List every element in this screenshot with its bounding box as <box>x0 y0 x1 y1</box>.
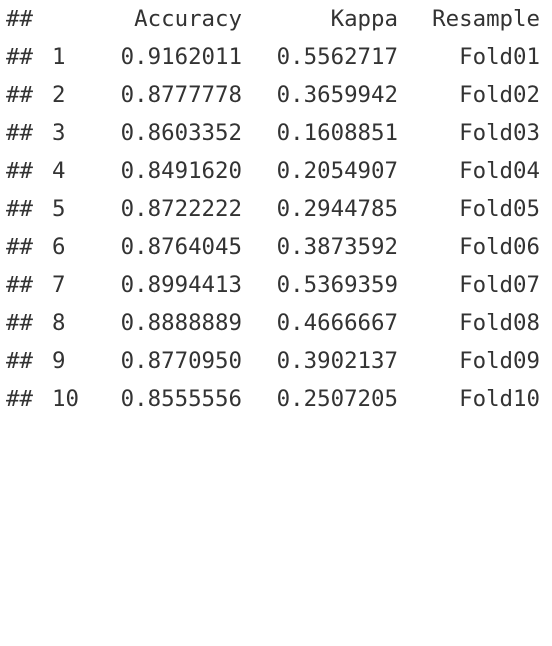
kappa-value: 0.4666667 <box>276 310 398 336</box>
accuracy-value: 0.8491620 <box>120 158 242 184</box>
output-prefix: ## <box>6 272 33 298</box>
row-index: 3 <box>52 120 66 146</box>
accuracy-value: 0.8888889 <box>120 310 242 336</box>
kappa-value: 0.5562717 <box>276 44 398 70</box>
header-accuracy: Accuracy <box>134 6 242 32</box>
resample-value: Fold05 <box>459 196 540 222</box>
header-kappa: Kappa <box>330 6 398 32</box>
output-prefix: ## <box>6 120 33 146</box>
accuracy-value: 0.8777778 <box>120 82 242 108</box>
output-prefix: ## <box>6 310 33 336</box>
table-header: ## Accuracy Kappa Resample <box>6 0 540 38</box>
table-row: ## 2 0.8777778 0.3659942 Fold02 <box>6 76 540 114</box>
accuracy-value: 0.8555556 <box>120 386 242 412</box>
output-prefix: ## <box>6 82 33 108</box>
resample-value: Fold10 <box>459 386 540 412</box>
row-index: 8 <box>52 310 66 336</box>
table-row: ## 5 0.8722222 0.2944785 Fold05 <box>6 190 540 228</box>
row-index: 2 <box>52 82 66 108</box>
row-index: 4 <box>52 158 66 184</box>
accuracy-value: 0.9162011 <box>120 44 242 70</box>
resample-value: Fold03 <box>459 120 540 146</box>
row-index: 5 <box>52 196 66 222</box>
accuracy-value: 0.8603352 <box>120 120 242 146</box>
resample-value: Fold06 <box>459 234 540 260</box>
table-row: ## 10 0.8555556 0.2507205 Fold10 <box>6 380 540 418</box>
kappa-value: 0.5369359 <box>276 272 398 298</box>
accuracy-value: 0.8722222 <box>120 196 242 222</box>
console-output: ## Accuracy Kappa Resample ## 1 0.916201… <box>0 0 552 420</box>
table-row: ## 1 0.9162011 0.5562717 Fold01 <box>6 38 540 76</box>
output-prefix: ## <box>6 348 33 374</box>
row-index: 1 <box>52 44 66 70</box>
output-prefix: ## <box>6 234 33 260</box>
header-resample: Resample <box>432 6 540 32</box>
resample-value: Fold04 <box>459 158 540 184</box>
kappa-value: 0.3659942 <box>276 82 398 108</box>
row-index: 7 <box>52 272 66 298</box>
table-row: ## 4 0.8491620 0.2054907 Fold04 <box>6 152 540 190</box>
row-index: 6 <box>52 234 66 260</box>
table-row: ## 7 0.8994413 0.5369359 Fold07 <box>6 266 540 304</box>
accuracy-value: 0.8770950 <box>120 348 242 374</box>
row-index: 9 <box>52 348 66 374</box>
output-prefix: ## <box>6 44 33 70</box>
accuracy-value: 0.8764045 <box>120 234 242 260</box>
resample-value: Fold01 <box>459 44 540 70</box>
output-prefix: ## <box>6 6 33 32</box>
kappa-value: 0.2054907 <box>276 158 398 184</box>
kappa-value: 0.3873592 <box>276 234 398 260</box>
resample-value: Fold08 <box>459 310 540 336</box>
kappa-value: 0.2507205 <box>276 386 398 412</box>
output-prefix: ## <box>6 386 33 412</box>
kappa-value: 0.2944785 <box>276 196 398 222</box>
table-row: ## 8 0.8888889 0.4666667 Fold08 <box>6 304 540 342</box>
kappa-value: 0.3902137 <box>276 348 398 374</box>
resample-value: Fold09 <box>459 348 540 374</box>
table-row: ## 3 0.8603352 0.1608851 Fold03 <box>6 114 540 152</box>
resample-value: Fold02 <box>459 82 540 108</box>
kappa-value: 0.1608851 <box>276 120 398 146</box>
accuracy-value: 0.8994413 <box>120 272 242 298</box>
output-prefix: ## <box>6 158 33 184</box>
table-row: ## 9 0.8770950 0.3902137 Fold09 <box>6 342 540 380</box>
row-index: 10 <box>52 386 79 412</box>
table-row: ## 6 0.8764045 0.3873592 Fold06 <box>6 228 540 266</box>
resample-value: Fold07 <box>459 272 540 298</box>
output-prefix: ## <box>6 196 33 222</box>
